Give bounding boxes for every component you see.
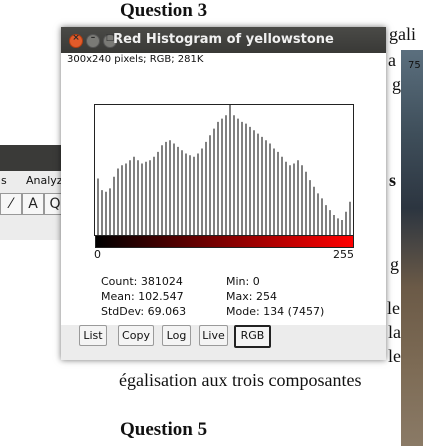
histogram-bars (97, 105, 351, 235)
histogram-canvas: 300x240 pixels; RGB; 281K 0 255 Count: 3… (61, 53, 386, 325)
heading-question-5: Question 5 (120, 419, 208, 440)
imagej-toolbar-window: s Analyz ⁄ A Q (0, 145, 66, 240)
axis-min-label: 0 (94, 248, 101, 261)
text-fragment: s (389, 170, 397, 190)
text-fragment: le (388, 346, 401, 366)
color-ramp (95, 235, 354, 248)
stat-mean: Mean: 102.547 (101, 290, 184, 303)
image-info: 300x240 pixels; RGB; 281K (67, 54, 204, 65)
histogram-plot (94, 104, 354, 236)
photo-number: 75 (408, 60, 421, 71)
menu-item-analyze[interactable]: Analyz (26, 174, 63, 187)
rgb-button[interactable]: RGB (234, 325, 271, 348)
text-fragment: g (392, 74, 401, 94)
window-title: Red Histogram of yellowstone (113, 32, 334, 47)
button-bar: List Copy Log Live RGB (61, 325, 386, 360)
live-button[interactable]: Live (199, 325, 228, 346)
wand-icon[interactable]: ⁄ (0, 193, 22, 215)
tool-row: ⁄ A Q (0, 191, 66, 217)
axis-max-label: 255 (333, 248, 354, 261)
photo-image (401, 50, 423, 446)
histogram-window: × – □ Red Histogram of yellowstone 300x2… (61, 27, 386, 360)
heading-question-3: Question 3 (120, 0, 208, 21)
body-line: égalisation aux trois composantes (119, 370, 362, 390)
menu-item[interactable]: s (1, 174, 7, 187)
text-fragment: gali (389, 24, 416, 44)
text-fragment: la (388, 322, 401, 342)
text-fragment: g (390, 254, 399, 274)
log-button[interactable]: Log (162, 325, 191, 346)
text-fragment: le (387, 298, 400, 318)
list-button[interactable]: List (79, 325, 107, 346)
stat-count: Count: 381024 (101, 275, 183, 288)
window-titlebar[interactable]: × – □ Red Histogram of yellowstone (61, 27, 386, 53)
stat-min: Min: 0 (226, 275, 260, 288)
copy-button[interactable]: Copy (118, 325, 154, 346)
toolbar-titlebar[interactable] (0, 145, 64, 171)
stat-mode: Mode: 134 (7457) (226, 305, 325, 318)
text-fragment: a (388, 50, 396, 70)
stat-max: Max: 254 (226, 290, 277, 303)
text-tool-icon[interactable]: A (22, 193, 44, 215)
stat-stddev: StdDev: 69.063 (101, 305, 187, 318)
toolbar-menubar: s Analyz (0, 171, 64, 189)
